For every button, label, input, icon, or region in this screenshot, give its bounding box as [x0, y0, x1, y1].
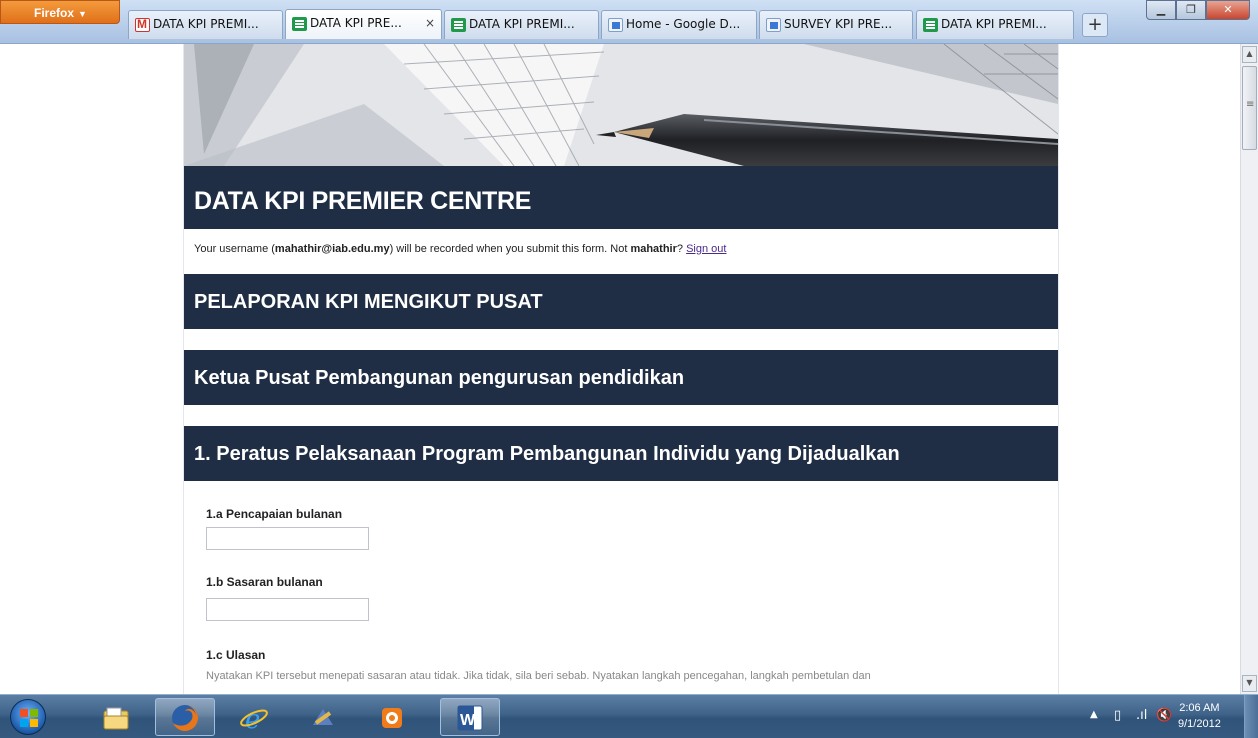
word-icon: W — [457, 705, 483, 731]
taskbar-vlc[interactable] — [362, 698, 422, 736]
clock-time: 2:06 AM — [1179, 702, 1220, 714]
question-label: 1.a Pencapaian bulanan — [206, 507, 343, 521]
media-center-icon — [313, 709, 333, 725]
question-label: 1.c Ulasan — [206, 648, 266, 662]
svg-text:e: e — [245, 705, 260, 733]
tab-label: DATA KPI PREMI... — [469, 17, 575, 31]
firefox-icon — [172, 705, 198, 731]
tab-label: DATA KPI PREMI... — [153, 17, 259, 31]
system-tray: ▲ ▯ .ıl 🔇 2:06 AM 9/1/2012 — [1028, 695, 1258, 738]
page-viewport: DATA KPI PREMIER CENTRE Your username (m… — [0, 44, 1258, 694]
notice-text: Your username ( — [194, 243, 275, 255]
section-header: Ketua Pusat Pembangunan pengurusan pendi… — [184, 350, 1058, 405]
tab-label: SURVEY KPI PRE... — [784, 17, 893, 31]
network-signal-icon[interactable]: .ıl — [1136, 708, 1147, 723]
minimize-button[interactable]: ▁ — [1146, 0, 1176, 20]
blueprint-pencil-illustration — [184, 44, 1058, 166]
firefox-menu-label: Firefox — [34, 6, 75, 20]
windows-logo-icon — [20, 709, 38, 727]
divider — [1058, 44, 1059, 694]
tab-sheet-2[interactable]: DATA KPI PREMI... — [444, 10, 599, 39]
section-header: 1. Peratus Pelaksanaan Program Pembangun… — [184, 426, 1058, 481]
taskbar-firefox[interactable] — [155, 698, 215, 736]
taskbar-word[interactable]: W — [440, 698, 500, 736]
scroll-down-arrow-icon[interactable]: ▼ — [1242, 675, 1257, 692]
notice-text: ) will be recorded when you submit this … — [389, 243, 631, 255]
sheets-icon — [292, 17, 307, 31]
taskbar-media-center[interactable] — [293, 698, 353, 736]
form-banner-image — [184, 44, 1058, 166]
close-tab-icon[interactable]: × — [425, 16, 435, 30]
question-help-text: Nyatakan KPI tersebut menepati sasaran a… — [206, 670, 871, 682]
system-clock[interactable]: 2:06 AM 9/1/2012 — [1178, 700, 1221, 732]
drive-icon — [766, 18, 781, 32]
scroll-up-arrow-icon[interactable]: ▲ — [1242, 46, 1257, 63]
tab-google-drive[interactable]: Home - Google D... — [601, 10, 757, 39]
form-title: DATA KPI PREMIER CENTRE — [184, 166, 1058, 229]
gmail-icon — [135, 17, 150, 32]
ie-icon: e — [240, 705, 268, 733]
drive-icon — [608, 18, 623, 32]
show-desktop-button[interactable] — [1244, 695, 1258, 738]
question-label: 1.b Sasaran bulanan — [206, 575, 323, 589]
usb-device-icon[interactable]: ▯ — [1114, 708, 1121, 723]
svg-text:W: W — [460, 712, 476, 729]
windows-taskbar: e W ▲ ▯ .ıl 🔇 2:06 AM 9/1/2012 — [0, 694, 1258, 738]
start-button[interactable] — [10, 699, 46, 735]
monthly-achievement-input[interactable] — [206, 527, 369, 550]
google-form: DATA KPI PREMIER CENTRE Your username (m… — [184, 44, 1058, 694]
tab-label: Home - Google D... — [626, 17, 741, 31]
show-hidden-icons-icon[interactable]: ▲ — [1090, 709, 1098, 720]
tab-label: DATA KPI PRE... — [310, 16, 402, 30]
taskbar-internet-explorer[interactable]: e — [224, 698, 284, 736]
username-notice: Your username (mahathir@iab.edu.my) will… — [194, 243, 726, 255]
browser-tab-bar: Firefox▼ DATA KPI PREMI... DATA KPI PRE.… — [0, 0, 1258, 44]
volume-muted-icon[interactable]: 🔇 — [1156, 708, 1172, 723]
sheets-icon — [451, 18, 466, 32]
section-header: PELAPORAN KPI MENGIKUT PUSAT — [184, 274, 1058, 329]
sheets-icon — [923, 18, 938, 32]
folder-icon — [103, 707, 129, 730]
window-controls: ▁ ❐ ✕ — [1146, 0, 1250, 20]
user-email: mahathir@iab.edu.my — [274, 243, 390, 255]
chevron-down-icon: ▼ — [78, 9, 87, 19]
notice-text: ? — [676, 243, 687, 255]
username: mahathir — [630, 243, 677, 255]
restore-button[interactable]: ❐ — [1176, 0, 1206, 20]
tab-active-form[interactable]: DATA KPI PRE... × — [285, 9, 442, 39]
taskbar-explorer[interactable] — [86, 698, 146, 736]
vertical-scrollbar[interactable]: ▲ ▼ — [1240, 44, 1258, 694]
firefox-menu-button[interactable]: Firefox ▼ — [0, 0, 120, 24]
new-tab-button[interactable]: + — [1082, 13, 1108, 37]
monthly-target-input[interactable] — [206, 598, 369, 621]
tab-gmail[interactable]: DATA KPI PREMI... — [128, 10, 283, 39]
sign-out-link[interactable]: Sign out — [686, 243, 726, 255]
tab-sheet-3[interactable]: DATA KPI PREMI... — [916, 10, 1074, 39]
clock-date: 9/1/2012 — [1178, 718, 1221, 730]
close-window-button[interactable]: ✕ — [1206, 0, 1250, 20]
media-player-icon — [382, 708, 402, 728]
tab-survey[interactable]: SURVEY KPI PRE... — [759, 10, 913, 39]
tab-label: DATA KPI PREMI... — [941, 17, 1047, 31]
scrollbar-thumb[interactable] — [1242, 66, 1257, 150]
